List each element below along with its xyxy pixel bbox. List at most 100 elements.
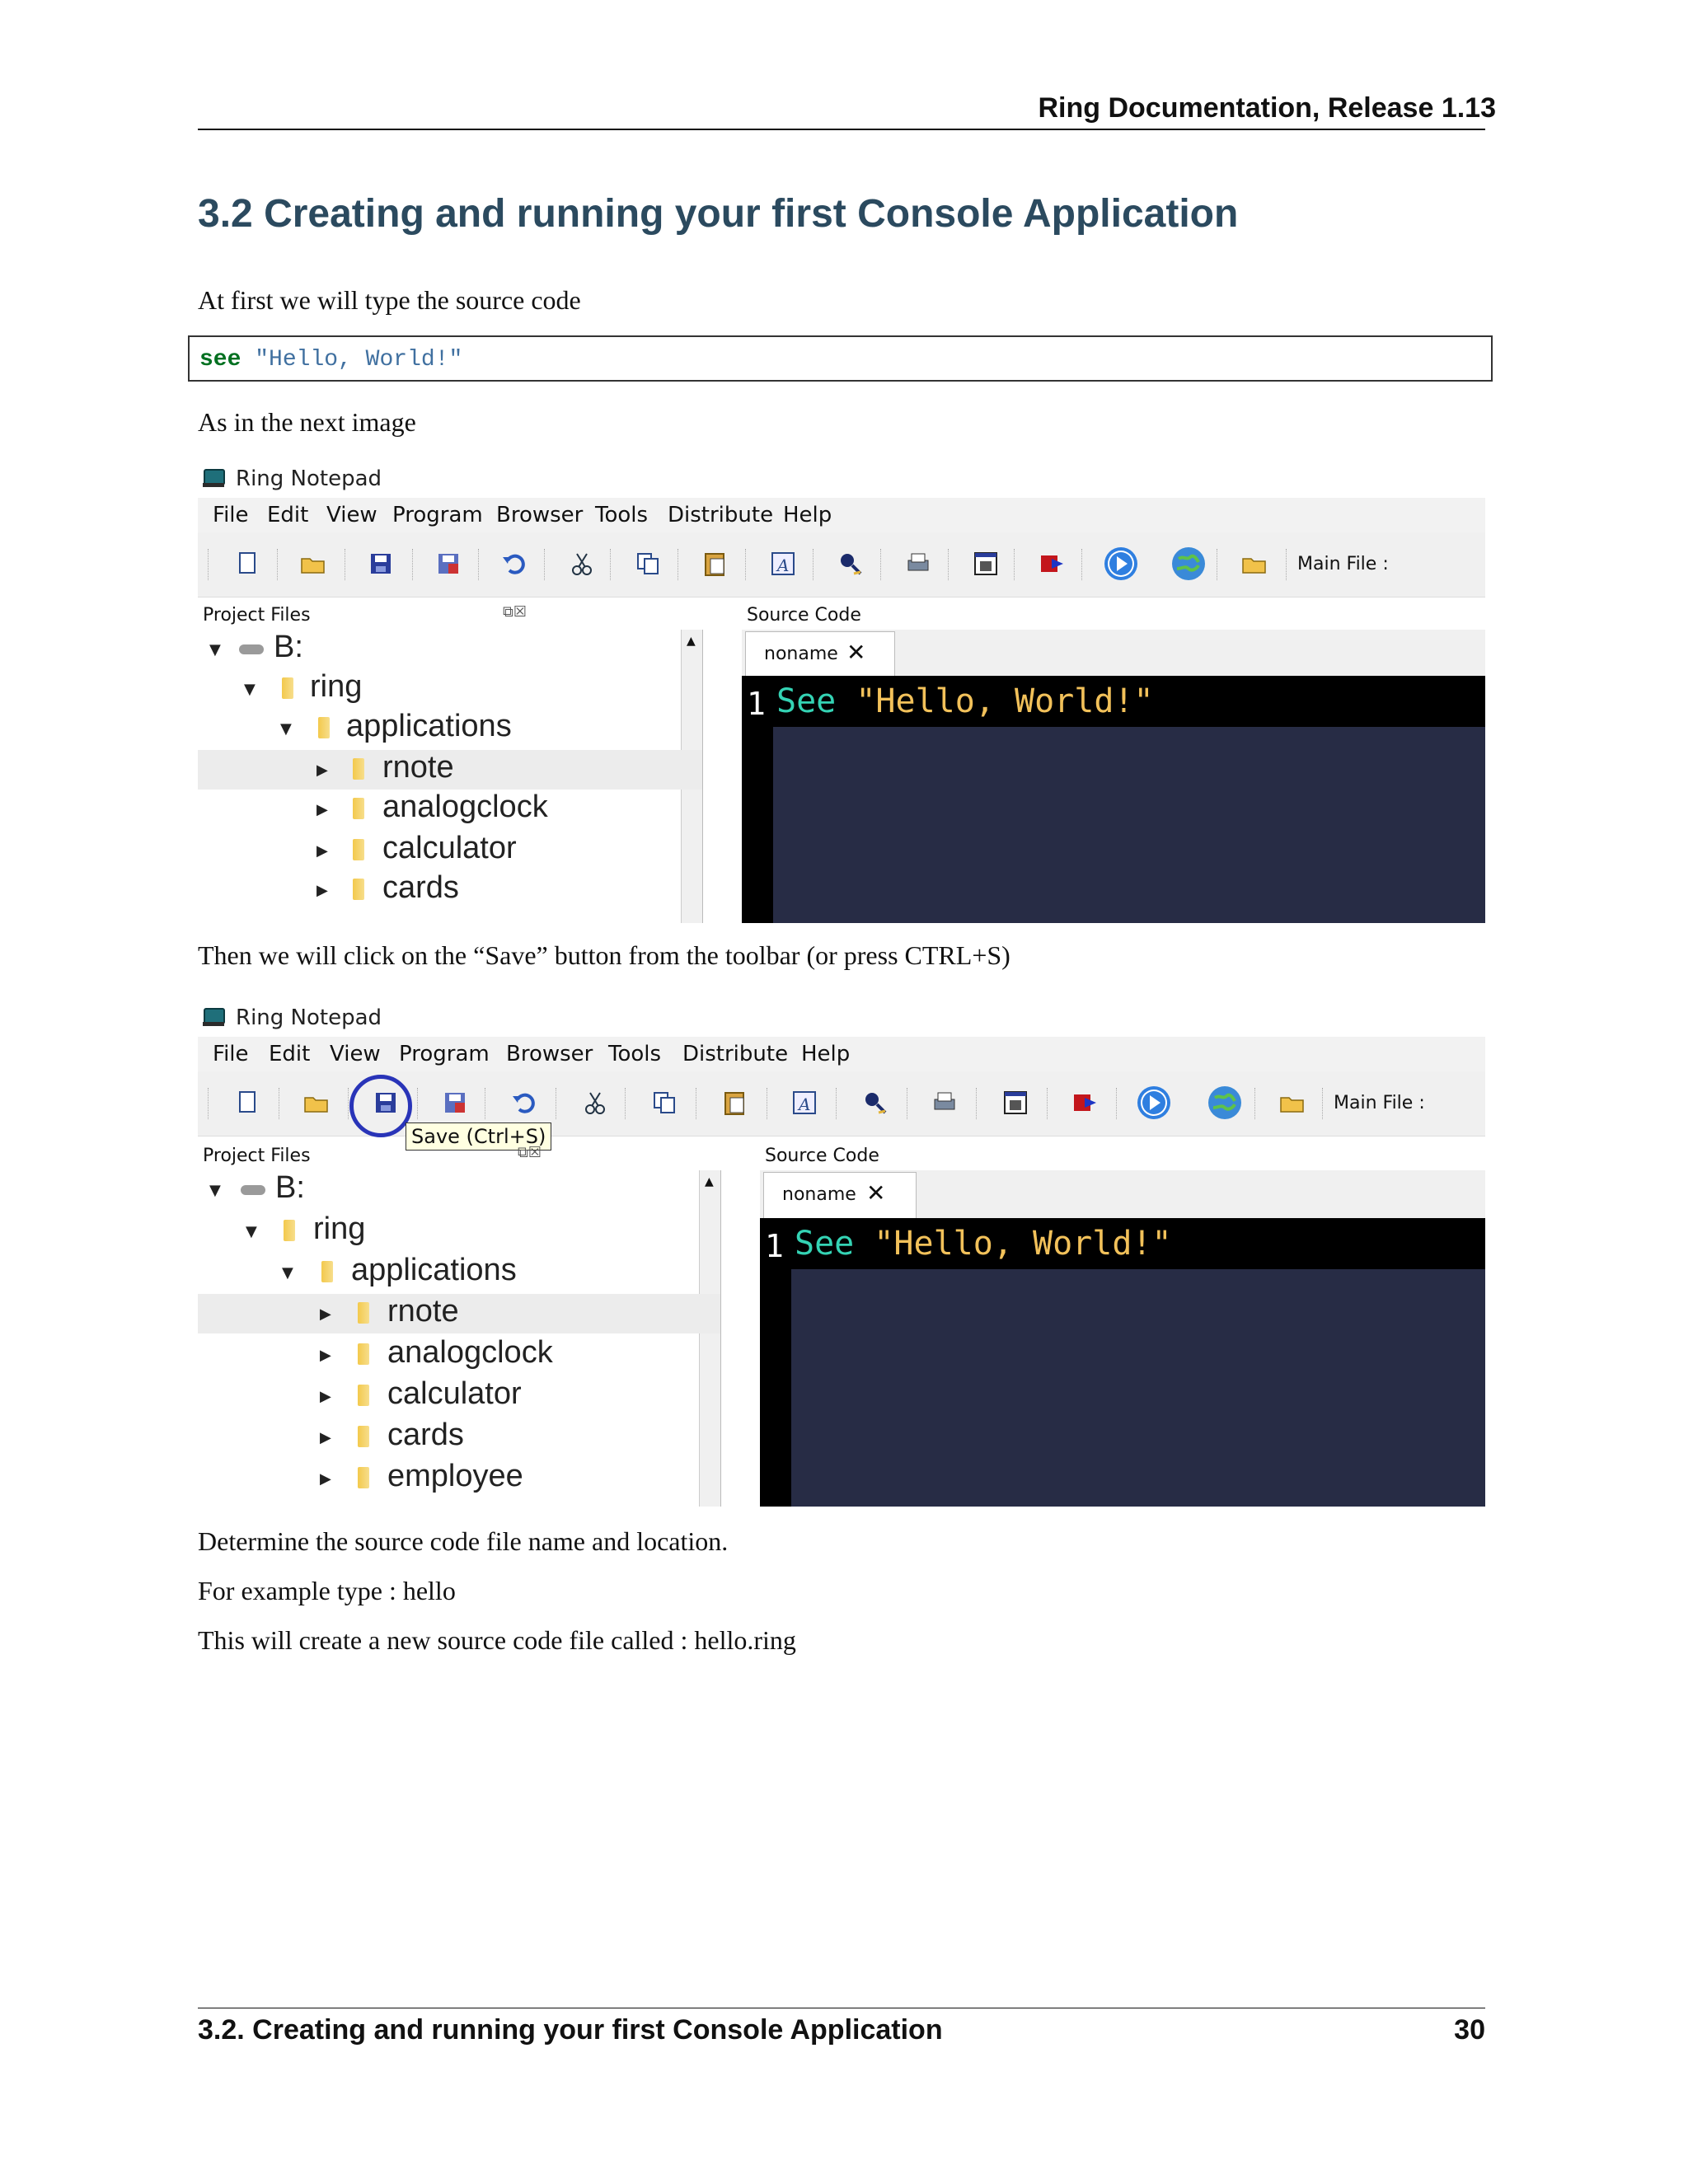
running-header: Ring Documentation, Release 1.13 bbox=[1038, 92, 1497, 124]
menu-browser[interactable]: Browser bbox=[496, 503, 583, 527]
menu-distribute[interactable]: Distribute bbox=[668, 503, 773, 527]
cut-icon[interactable] bbox=[567, 549, 597, 579]
tree-node-ring[interactable]: ▼ ring bbox=[198, 1212, 720, 1251]
close-tab-icon[interactable]: ✕ bbox=[846, 639, 865, 666]
collapse-arrow-icon[interactable]: ▶ bbox=[316, 842, 328, 860]
menu-file[interactable]: File bbox=[213, 1042, 249, 1066]
tree-node-cards[interactable]: ▶ cards bbox=[198, 1418, 720, 1457]
debug-icon[interactable] bbox=[1037, 549, 1067, 579]
menu-view[interactable]: View bbox=[330, 1042, 381, 1066]
open-folder-icon[interactable] bbox=[1240, 549, 1269, 579]
run-icon[interactable] bbox=[1136, 1085, 1172, 1121]
open-folder-icon[interactable] bbox=[1278, 1088, 1307, 1118]
menu-help[interactable]: Help bbox=[801, 1042, 850, 1066]
tree-node-applications[interactable]: ▼ applications bbox=[198, 1253, 720, 1292]
menu-help[interactable]: Help bbox=[783, 503, 832, 527]
open-folder-icon[interactable] bbox=[298, 549, 328, 579]
tree-node-drive[interactable]: ▼ B: bbox=[198, 630, 702, 669]
collapse-arrow-icon[interactable]: ▶ bbox=[320, 1347, 331, 1364]
menu-distribute[interactable]: Distribute bbox=[682, 1042, 788, 1066]
close-tab-icon[interactable]: ✕ bbox=[866, 1179, 885, 1207]
undo-icon[interactable] bbox=[499, 549, 529, 579]
open-folder-icon[interactable] bbox=[302, 1088, 331, 1118]
panel-float-close-icon[interactable]: ⧉☒ bbox=[503, 603, 527, 621]
menu-tools[interactable]: Tools bbox=[608, 1042, 661, 1066]
tab-noname[interactable]: noname ✕ bbox=[745, 631, 895, 677]
tree-node-applications[interactable]: ▼ applications bbox=[198, 709, 702, 748]
footer-section: 3.2. Creating and running your first Con… bbox=[198, 2014, 943, 2046]
collapse-arrow-icon[interactable]: ▶ bbox=[316, 801, 328, 818]
menu-view[interactable]: View bbox=[326, 503, 377, 527]
find-icon[interactable] bbox=[836, 549, 865, 579]
menu-browser[interactable]: Browser bbox=[506, 1042, 593, 1066]
menu-program[interactable]: Program bbox=[392, 503, 483, 527]
expand-arrow-icon[interactable]: ▼ bbox=[280, 720, 292, 738]
collapse-arrow-icon[interactable]: ▶ bbox=[320, 1429, 331, 1446]
tree-node-analogclock[interactable]: ▶ analogclock bbox=[198, 1335, 720, 1375]
code-editor[interactable]: 1 See "Hello, World!" bbox=[760, 1218, 1485, 1507]
menu-edit[interactable]: Edit bbox=[267, 503, 308, 527]
copy-icon[interactable] bbox=[633, 549, 663, 579]
cut-icon[interactable] bbox=[580, 1088, 610, 1118]
new-file-icon[interactable] bbox=[232, 549, 262, 579]
code-editor[interactable]: 1 See "Hello, World!" bbox=[742, 676, 1485, 923]
font-icon[interactable]: A bbox=[790, 1088, 819, 1118]
tab-label: noname bbox=[782, 1184, 856, 1205]
font-icon[interactable]: A bbox=[768, 549, 798, 579]
undo-icon[interactable] bbox=[509, 1088, 539, 1118]
web-browser-icon[interactable] bbox=[1170, 546, 1207, 582]
print-icon[interactable] bbox=[930, 1088, 959, 1118]
panel-float-close-icon[interactable]: ⧉☒ bbox=[518, 1144, 542, 1161]
tree-node-rnote[interactable]: ▶ rnote bbox=[198, 750, 702, 790]
paste-icon[interactable] bbox=[720, 1088, 750, 1118]
expand-arrow-icon[interactable]: ▼ bbox=[209, 1182, 221, 1199]
paste-icon[interactable] bbox=[701, 549, 730, 579]
copy-icon[interactable] bbox=[649, 1088, 679, 1118]
tree-label: B: bbox=[274, 630, 303, 664]
save-icon[interactable] bbox=[366, 549, 396, 579]
menu-file[interactable]: File bbox=[213, 503, 249, 527]
menu-program[interactable]: Program bbox=[399, 1042, 490, 1066]
line-number: 1 bbox=[765, 1228, 784, 1264]
menu-bar: File Edit View Program Browser Tools Dis… bbox=[198, 1037, 1485, 1071]
collapse-arrow-icon[interactable]: ▶ bbox=[316, 762, 328, 779]
save-as-icon[interactable] bbox=[440, 1088, 470, 1118]
expand-arrow-icon[interactable]: ▼ bbox=[209, 641, 221, 658]
project-files-tree: ▲ ▼ B: ▼ ring ▼ applications ▶ rnote ▶ a… bbox=[198, 630, 703, 923]
collapse-arrow-icon[interactable]: ▶ bbox=[320, 1305, 331, 1323]
debug-icon[interactable] bbox=[1070, 1088, 1100, 1118]
tree-label: rnote bbox=[382, 750, 454, 785]
tree-node-drive[interactable]: ▼ B: bbox=[198, 1170, 720, 1210]
print-icon[interactable] bbox=[903, 549, 933, 579]
run-icon[interactable] bbox=[1103, 546, 1139, 582]
form-designer-icon[interactable] bbox=[1001, 1088, 1030, 1118]
header-rule bbox=[198, 129, 1485, 130]
collapse-arrow-icon[interactable]: ▶ bbox=[316, 882, 328, 899]
tree-node-cards[interactable]: ▶ cards bbox=[198, 870, 702, 910]
tree-node-employee[interactable]: ▶ employee bbox=[198, 1459, 720, 1498]
new-file-icon[interactable] bbox=[232, 1088, 262, 1118]
expand-arrow-icon[interactable]: ▼ bbox=[244, 681, 256, 698]
web-browser-icon[interactable] bbox=[1207, 1085, 1243, 1121]
ring-notepad-logo-icon bbox=[203, 1008, 225, 1026]
paragraph-next-image: As in the next image bbox=[198, 407, 416, 437]
find-icon[interactable] bbox=[860, 1088, 890, 1118]
line-number: 1 bbox=[747, 686, 766, 722]
menu-tools[interactable]: Tools bbox=[595, 503, 648, 527]
expand-arrow-icon[interactable]: ▼ bbox=[282, 1264, 293, 1282]
collapse-arrow-icon[interactable]: ▶ bbox=[320, 1470, 331, 1488]
project-files-label: Project Files bbox=[203, 1146, 311, 1166]
tree-node-ring[interactable]: ▼ ring bbox=[198, 669, 702, 709]
folder-icon bbox=[353, 758, 364, 780]
tree-node-calculator[interactable]: ▶ calculator bbox=[198, 1376, 720, 1416]
tree-node-rnote[interactable]: ▶ rnote bbox=[198, 1294, 720, 1333]
menu-edit[interactable]: Edit bbox=[269, 1042, 310, 1066]
tab-noname[interactable]: noname ✕ bbox=[763, 1172, 917, 1219]
tree-label: employee bbox=[387, 1459, 523, 1493]
collapse-arrow-icon[interactable]: ▶ bbox=[320, 1388, 331, 1405]
tree-node-calculator[interactable]: ▶ calculator bbox=[198, 831, 702, 870]
form-designer-icon[interactable] bbox=[971, 549, 1001, 579]
save-as-icon[interactable] bbox=[434, 549, 463, 579]
tree-node-analogclock[interactable]: ▶ analogclock bbox=[198, 790, 702, 829]
expand-arrow-icon[interactable]: ▼ bbox=[246, 1223, 257, 1240]
